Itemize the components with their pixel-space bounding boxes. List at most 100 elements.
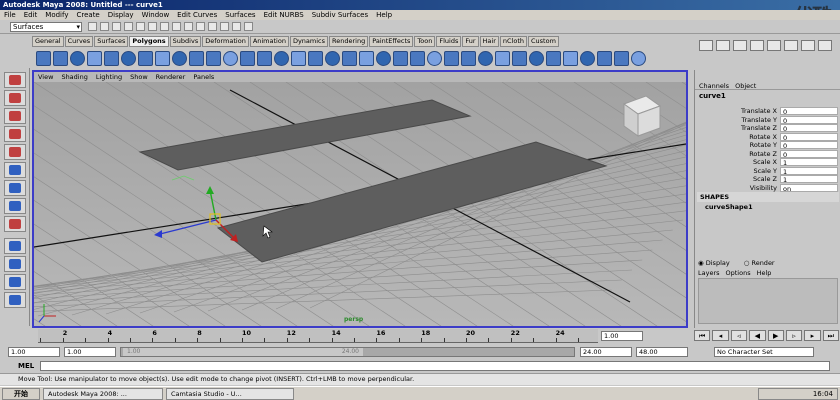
tab-polygons[interactable]: Polygons (129, 36, 169, 47)
menu-modify[interactable]: Modify (45, 11, 68, 19)
layer-menu-options[interactable]: Options (726, 269, 751, 277)
mel-label[interactable]: MEL (18, 362, 34, 370)
attribute-value-field[interactable]: on (780, 183, 838, 193)
play-forward-icon[interactable]: ▶ (767, 330, 784, 341)
select-tool-button[interactable] (4, 72, 26, 88)
attribute-row[interactable]: Translate Z0 (695, 124, 838, 133)
tab-deformation[interactable]: Deformation (202, 36, 249, 47)
layer-list[interactable] (698, 278, 838, 324)
tab-surfaces[interactable]: Surfaces (94, 36, 129, 47)
range-slider[interactable]: 1.00 24.00 (120, 347, 575, 357)
snap-curve-icon[interactable] (172, 22, 181, 31)
mel-command-input[interactable] (40, 361, 830, 371)
scene-canvas[interactable] (34, 82, 686, 326)
character-set-dropdown[interactable]: No Character Set (714, 347, 814, 357)
viewport-menu-renderer[interactable]: Renderer (156, 73, 186, 81)
manipulator-tool-button[interactable] (4, 180, 26, 196)
attribute-value-field[interactable]: 0 (780, 107, 838, 116)
viewport-menu-lighting[interactable]: Lighting (96, 73, 122, 81)
history-icon[interactable] (208, 22, 217, 31)
render-settings-icon[interactable] (244, 22, 253, 31)
play-backward-icon[interactable]: ◀ (749, 330, 766, 341)
tab-dynamics[interactable]: Dynamics (289, 36, 329, 47)
tab-ncloth[interactable]: nCloth (499, 36, 527, 47)
ipr-render-icon[interactable] (232, 22, 241, 31)
step-back-key-icon[interactable]: ◂ (712, 330, 729, 341)
channel-menu-channels[interactable]: Channels (699, 82, 729, 90)
menu-display[interactable]: Display (108, 11, 134, 19)
menu-window[interactable]: Window (142, 11, 170, 19)
poly-quadrangulate-icon[interactable] (563, 50, 578, 66)
snap-point-icon[interactable] (184, 22, 193, 31)
menu-surfaces[interactable]: Surfaces (225, 11, 255, 19)
tab-custom[interactable]: Custom (528, 36, 559, 47)
poly-combine-icon[interactable] (223, 50, 238, 66)
display-toggle-icon[interactable] (801, 40, 815, 51)
layout-persp-outliner-button[interactable] (4, 274, 26, 290)
poly-spherical-map-icon[interactable] (495, 50, 510, 66)
layout-graph-button[interactable] (4, 292, 26, 308)
poly-extrude-icon[interactable] (308, 50, 323, 66)
poly-torus-icon[interactable] (121, 50, 136, 66)
attribute-editor-toggle-icon[interactable] (767, 40, 781, 51)
poly-sculpt-icon[interactable] (631, 50, 646, 66)
paint-select-tool-button[interactable] (4, 108, 26, 124)
animation-start-field[interactable]: 1.00 (8, 347, 60, 357)
poly-append-icon[interactable] (342, 50, 357, 66)
tab-fur[interactable]: Fur (462, 36, 479, 47)
poly-smooth-icon[interactable] (257, 50, 272, 66)
poly-uv-icon[interactable] (444, 50, 459, 66)
menu-edit-curves[interactable]: Edit Curves (177, 11, 217, 19)
menu-edit[interactable]: Edit (24, 11, 38, 19)
attribute-row[interactable]: Scale Z1 (695, 175, 838, 184)
playback-end-field[interactable]: 24.00 (580, 347, 632, 357)
attribute-row[interactable]: Translate Y0 (695, 115, 838, 125)
poly-cylinder-icon[interactable] (70, 50, 85, 66)
poly-sphere-icon[interactable] (36, 50, 51, 66)
attribute-value-field[interactable]: 0 (780, 132, 838, 142)
menu-file[interactable]: File (4, 11, 16, 19)
viewport-menu-shading[interactable]: Shading (61, 73, 87, 81)
attribute-row[interactable]: Visibility on (695, 183, 838, 193)
poly-separate-icon[interactable] (240, 50, 255, 66)
channel-menu-object[interactable]: Object (735, 82, 756, 90)
taskbar-maya[interactable]: Autodesk Maya 2008: ... (43, 387, 163, 400)
attribute-value-field[interactable]: 1 (780, 175, 838, 184)
attribute-value-field[interactable]: 1 (780, 166, 838, 176)
poly-triangulate-icon[interactable] (546, 50, 561, 66)
attribute-value-field[interactable]: 0 (780, 115, 838, 125)
menu-help[interactable]: Help (376, 11, 392, 19)
four-pane-icon[interactable] (716, 40, 730, 51)
tool-settings-icon[interactable] (784, 40, 798, 51)
step-forward-frame-icon[interactable]: ▹ (785, 330, 803, 341)
layout-single-button[interactable] (4, 238, 26, 254)
poly-reduce-icon[interactable] (614, 50, 629, 66)
poly-merge-icon[interactable] (410, 50, 425, 66)
layer-menu-layers[interactable]: Layers (698, 269, 720, 277)
tab-toon[interactable]: Toon (414, 36, 436, 47)
tab-animation[interactable]: Animation (249, 36, 289, 47)
attribute-value-field[interactable]: 0 (780, 141, 838, 150)
tab-rendering[interactable]: Rendering (329, 36, 369, 47)
poly-normals-icon[interactable] (529, 50, 544, 66)
render-radio[interactable]: ○ Render (744, 259, 775, 267)
poly-helix-icon[interactable] (189, 50, 204, 66)
poly-boolean-icon[interactable] (274, 50, 289, 66)
poly-insert-edge-icon[interactable] (376, 50, 391, 66)
move-tool-button[interactable] (4, 126, 26, 142)
tab-hair[interactable]: Hair (479, 36, 499, 47)
poly-cylindrical-map-icon[interactable] (478, 50, 493, 66)
time-ruler[interactable]: 2 4 6 8 10 12 14 16 18 20 22 24 (38, 329, 598, 343)
poly-cone-icon[interactable] (87, 50, 102, 66)
snap-plane-icon[interactable] (196, 22, 205, 31)
layout-four-button[interactable] (4, 256, 26, 272)
outliner-layout-icon[interactable] (733, 40, 747, 51)
poly-soccer-icon[interactable] (206, 50, 221, 66)
poly-bridge-icon[interactable] (325, 50, 340, 66)
poly-split-icon[interactable] (359, 50, 374, 66)
current-frame-field[interactable]: 1.00 (601, 331, 643, 341)
layer-menu-help[interactable]: Help (757, 269, 772, 277)
tab-fluids[interactable]: Fluids (436, 36, 462, 47)
poly-auto-map-icon[interactable] (512, 50, 527, 66)
select-hierarchy-icon[interactable] (124, 22, 133, 31)
